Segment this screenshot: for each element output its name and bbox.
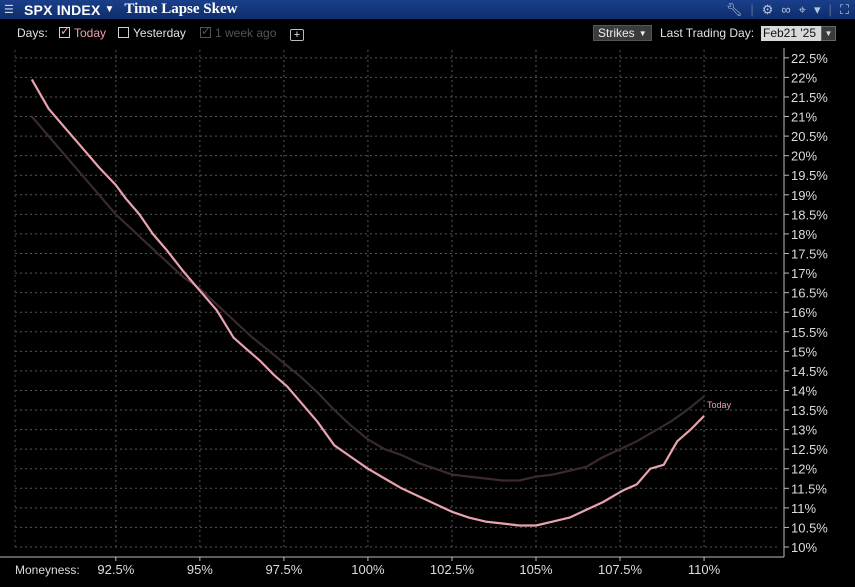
y-tick-label: 22% bbox=[791, 70, 817, 85]
y-tick-label: 12.5% bbox=[791, 442, 828, 457]
x-tick-label: 102.5% bbox=[430, 562, 475, 577]
y-tick-label: 22.5% bbox=[791, 51, 828, 66]
x-tick-label: 100% bbox=[351, 562, 385, 577]
y-tick-label: 17% bbox=[791, 266, 817, 281]
y-tick-label: 18% bbox=[791, 227, 817, 242]
x-tick-label: 92.5% bbox=[97, 562, 134, 577]
x-tick-label: 105% bbox=[519, 562, 553, 577]
y-tick-label: 13.5% bbox=[791, 403, 828, 418]
y-tick-label: 15% bbox=[791, 344, 817, 359]
x-tick-label: 110% bbox=[688, 562, 721, 577]
y-tick-label: 11.5% bbox=[791, 481, 827, 496]
y-tick-label: 16% bbox=[791, 305, 817, 320]
y-tick-label: 20% bbox=[791, 149, 817, 164]
x-tick-label: 107.5% bbox=[598, 562, 643, 577]
x-tick-label: 97.5% bbox=[265, 562, 302, 577]
y-tick-label: 10.5% bbox=[791, 520, 828, 535]
chart-grid bbox=[15, 50, 778, 548]
x-axis-label: Moneyness: bbox=[15, 563, 80, 577]
y-tick-label: 14% bbox=[791, 383, 817, 398]
y-tick-label: 10% bbox=[791, 540, 817, 555]
y-tick-label: 19% bbox=[791, 188, 817, 203]
y-tick-label: 21.5% bbox=[791, 90, 828, 105]
y-tick-label: 17.5% bbox=[791, 246, 828, 261]
skew-chart: 10% 10.5% 11% 11.5% 12% 12.5% 13% 13.5% 14% 14.5%… bbox=[0, 48, 828, 577]
x-tick-label: 95% bbox=[187, 562, 213, 577]
y-axis-ticks: 10% 10.5% 11% 11.5% 12% 12.5% 13% 13.5% 14% 14.5%… bbox=[784, 51, 828, 555]
y-tick-label: 13% bbox=[791, 423, 817, 438]
y-tick-label: 14.5% bbox=[791, 364, 828, 379]
y-tick-label: 18.5% bbox=[791, 207, 828, 222]
y-tick-label: 19.5% bbox=[791, 168, 828, 183]
series-label-today: Today bbox=[707, 400, 732, 410]
y-tick-label: 12% bbox=[791, 462, 817, 477]
y-tick-label: 20.5% bbox=[791, 129, 828, 144]
x-axis-ticks: 92.5% 95% 97.5% 100% 102.5% 105% 107.5% 110% bbox=[97, 557, 721, 577]
y-tick-label: 11% bbox=[791, 501, 816, 516]
y-tick-label: 16.5% bbox=[791, 286, 828, 301]
y-tick-label: 21% bbox=[791, 110, 817, 125]
y-tick-label: 15.5% bbox=[791, 325, 828, 340]
